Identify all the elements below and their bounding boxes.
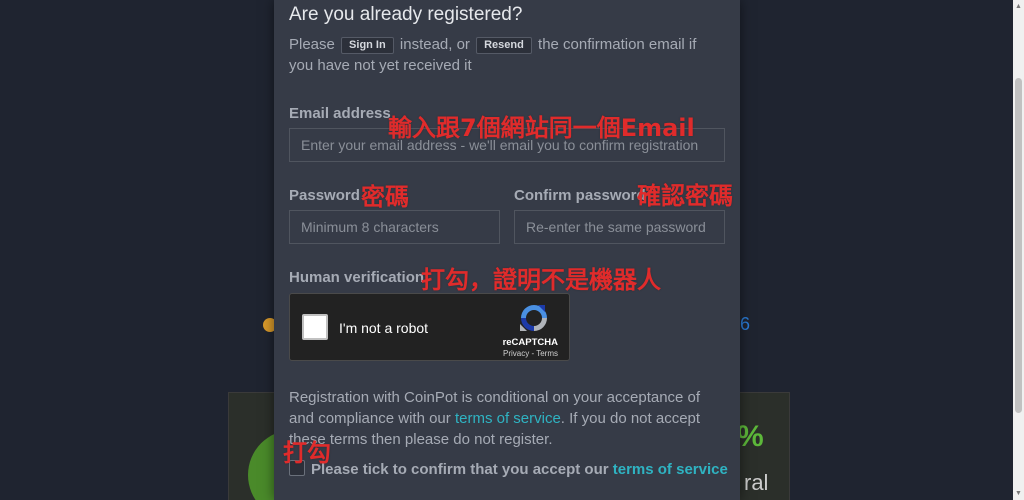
accept-terms-row: Please tick to confirm that you accept o…: [289, 460, 728, 478]
intro-text: Please Sign In instead, or Resend the co…: [289, 34, 719, 76]
intro-please: Please: [289, 36, 335, 53]
scroll-up-icon[interactable]: ▲: [1014, 2, 1023, 11]
recaptcha-privacy-link[interactable]: Privacy: [503, 349, 529, 358]
email-label: Email address: [289, 105, 391, 122]
password-input[interactable]: [289, 210, 500, 244]
terms-paragraph: Registration with CoinPot is conditional…: [289, 387, 729, 450]
confirm-password-label: Confirm password: [514, 187, 646, 204]
banner-text-top: %: [737, 420, 764, 453]
recaptcha-separator: -: [531, 349, 535, 358]
confirm-password-annotation: 確認密碼: [637, 182, 733, 210]
scroll-thumb[interactable]: [1015, 78, 1022, 413]
recaptcha-links: Privacy - Terms: [503, 349, 558, 358]
sign-in-button[interactable]: Sign In: [341, 37, 394, 54]
terms-of-service-link[interactable]: terms of service: [455, 410, 561, 427]
background-number: 6: [740, 314, 751, 334]
recaptcha-logo-icon: [520, 305, 547, 331]
password-label: Password: [289, 187, 360, 204]
email-annotation: 輸入跟7個網站同一個Email: [388, 114, 695, 142]
page: 6 % ral Are you already registered? Plea…: [0, 0, 1024, 500]
confirm-password-input[interactable]: [514, 210, 725, 244]
recaptcha-brand: reCAPTCHA: [502, 337, 558, 348]
modal-title: Are you already registered?: [289, 4, 523, 25]
recaptcha-terms-link[interactable]: Terms: [536, 349, 558, 358]
human-verification-label: Human verification: [289, 269, 425, 286]
recaptcha-widget: I'm not a robot reCAPTCHA Privacy - Term…: [289, 293, 570, 361]
verification-annotation: 打勾，證明不是機器人: [421, 266, 661, 294]
scroll-down-icon[interactable]: ▼: [1014, 489, 1023, 498]
intro-instead: instead, or: [399, 36, 470, 53]
recaptcha-label: I'm not a robot: [339, 320, 429, 336]
password-annotation: 密碼: [361, 183, 409, 211]
page-scrollbar[interactable]: ▲ ▼: [1013, 0, 1024, 500]
resend-button[interactable]: Resend: [476, 37, 532, 54]
banner-text-bottom: ral: [744, 470, 769, 495]
tick-annotation: 打勾: [283, 439, 331, 467]
recaptcha-checkbox[interactable]: [302, 314, 328, 340]
accept-terms-link[interactable]: terms of service: [613, 461, 728, 478]
registration-modal: Are you already registered? Please Sign …: [274, 0, 740, 500]
accept-terms-text: Please tick to confirm that you accept o…: [311, 461, 609, 478]
